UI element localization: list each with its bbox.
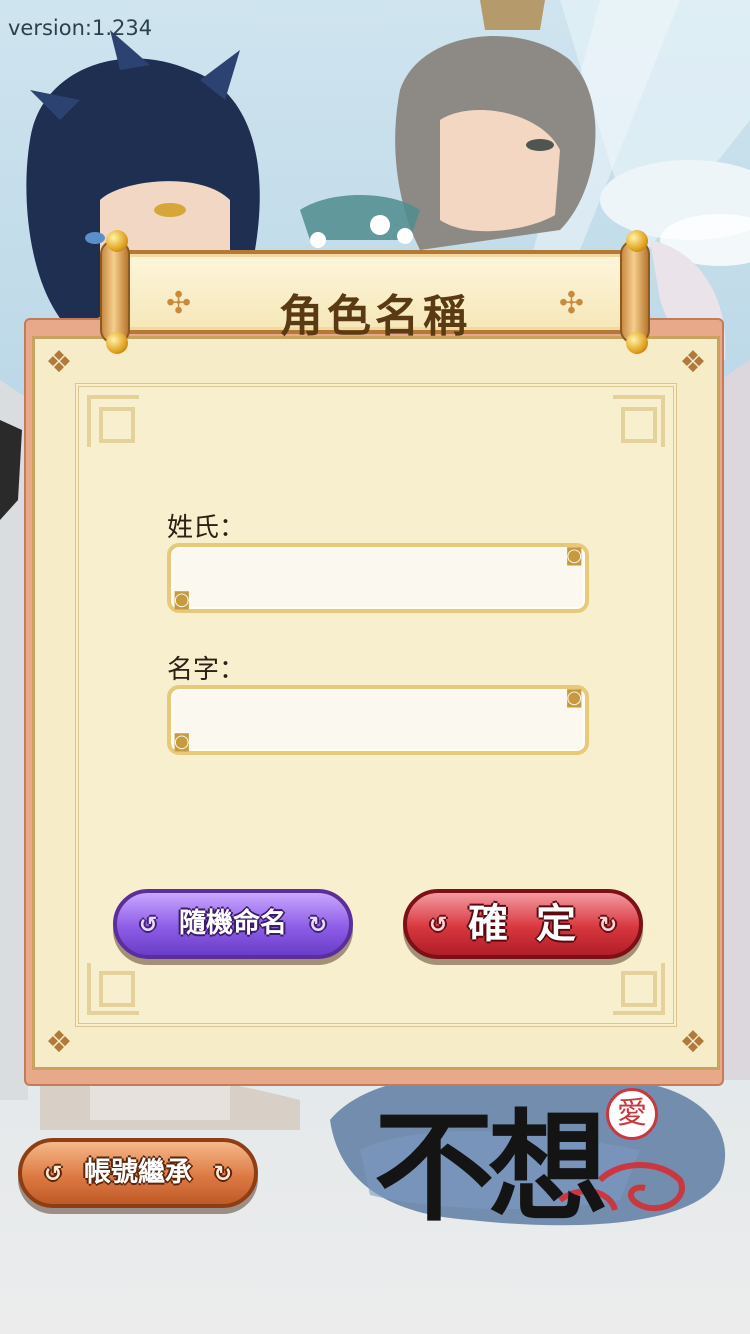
given-name-input[interactable] [171, 689, 585, 751]
random-name-button[interactable]: ↺ 隨機命名 ↻ [113, 889, 353, 959]
cloud-swirl-icon: ↺ [44, 1162, 63, 1187]
scroll-roller-right [620, 230, 650, 354]
lattice-corner-icon [87, 395, 139, 447]
surname-field[interactable]: ◙ ◙ [167, 543, 589, 613]
cloud-swirl-icon: ↺ [139, 913, 158, 938]
field-corner-swirl-icon: ◙ [565, 545, 583, 566]
corner-ornament-icon: ❖ [679, 1025, 707, 1060]
character-name-dialog: ❖ ❖ ❖ ❖ 姓氏： ◙ ◙ 名字： ◙ ◙ ↺ 隨機命名 ↻ ↺ 確定 ↻ [32, 336, 720, 1070]
lattice-corner-icon [613, 963, 665, 1015]
random-name-button-label: 隨機命名 [179, 908, 287, 939]
given-name-label: 名字： [167, 655, 246, 685]
field-corner-swirl-icon: ◙ [173, 589, 191, 610]
surname-label: 姓氏： [167, 513, 246, 543]
given-name-field[interactable]: ◙ ◙ [167, 685, 589, 755]
scroll-knob-icon [106, 332, 128, 354]
logo-seal: 愛 [606, 1088, 658, 1140]
version-label: version:1.234 [8, 16, 153, 40]
corner-ornament-icon: ❖ [45, 1025, 73, 1060]
confirm-button[interactable]: ↺ 確定 ↻ [403, 889, 643, 959]
confirm-button-label: 確定 [468, 901, 604, 947]
game-logo: 不想 愛 [300, 1060, 720, 1240]
lattice-corner-icon [87, 963, 139, 1015]
scroll-knob-icon [106, 230, 128, 252]
title-scroll: ✣ 角色名稱 ✣ [100, 230, 650, 354]
cloud-swirl-icon: ↻ [213, 1162, 232, 1187]
scroll-roller-left [100, 230, 130, 354]
corner-ornament-icon: ❖ [45, 345, 73, 380]
lattice-corner-icon [613, 395, 665, 447]
logo-text: 不想 [374, 1097, 608, 1238]
lattice-ornament-icon: ✣ [558, 286, 584, 321]
account-inherit-button-label: 帳號繼承 [84, 1157, 192, 1188]
cloud-swirl-icon: ↻ [308, 913, 327, 938]
title-scroll-paper: ✣ 角色名稱 ✣ [122, 250, 628, 342]
corner-ornament-icon: ❖ [679, 345, 707, 380]
cloud-swirl-icon: ↺ [429, 913, 448, 938]
scroll-knob-icon [626, 332, 648, 354]
dialog-title: 角色名稱 [279, 291, 471, 342]
account-inherit-button[interactable]: ↺ 帳號繼承 ↻ [18, 1138, 258, 1208]
field-corner-swirl-icon: ◙ [565, 687, 583, 708]
surname-input[interactable] [171, 547, 585, 609]
scroll-knob-icon [626, 230, 648, 252]
field-corner-swirl-icon: ◙ [173, 731, 191, 752]
